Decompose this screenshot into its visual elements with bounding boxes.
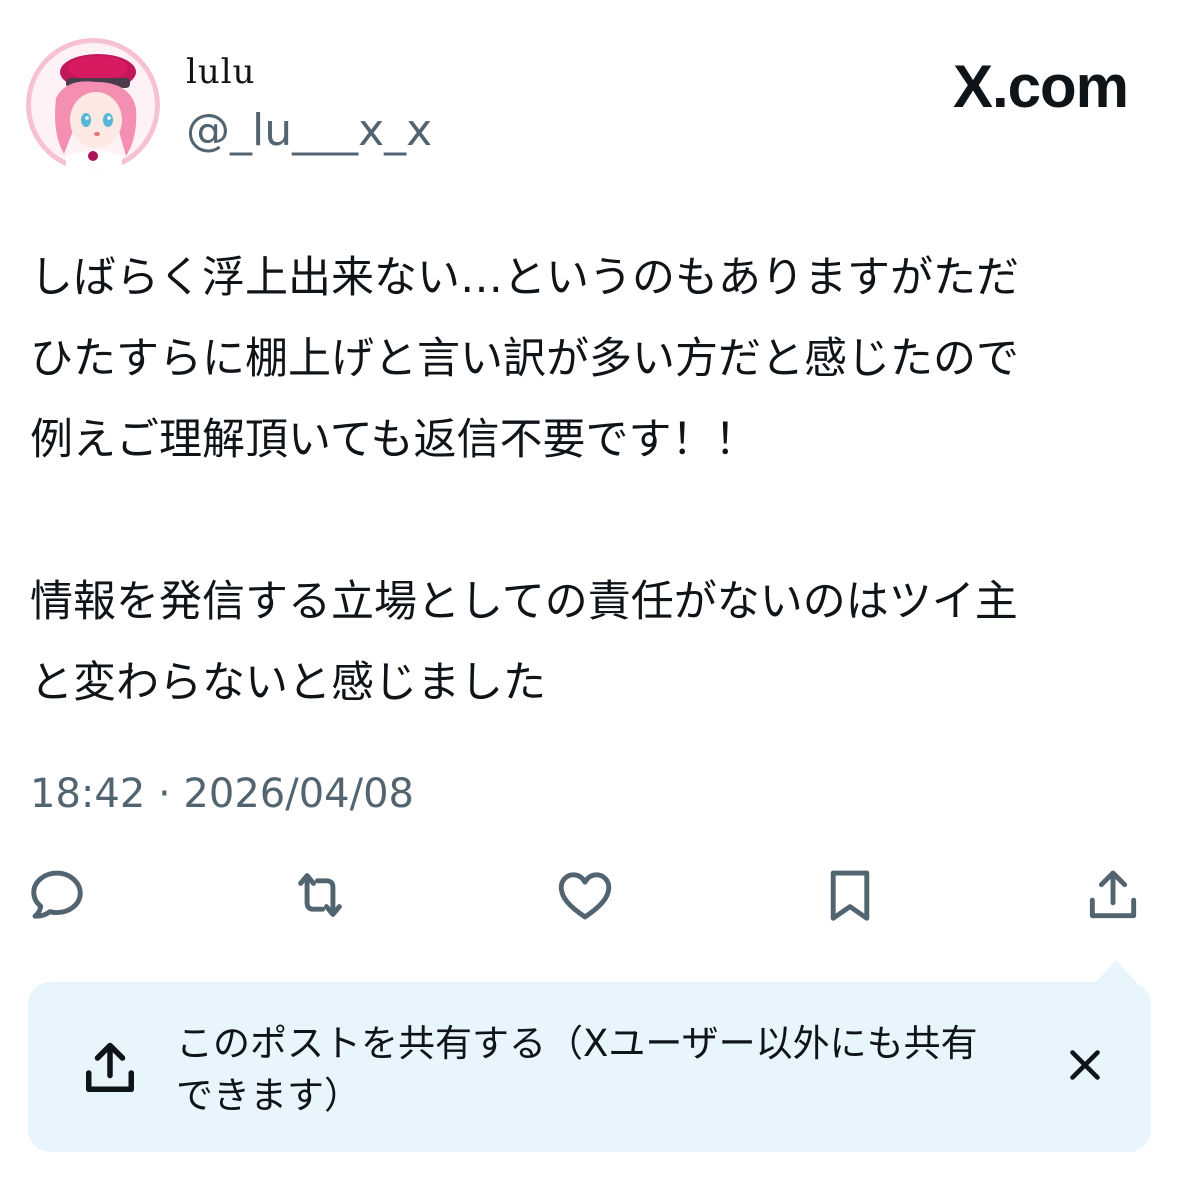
bookmark-button[interactable] bbox=[815, 860, 885, 930]
repost-button[interactable] bbox=[285, 860, 355, 930]
repost-icon bbox=[298, 873, 342, 917]
x-com-logo: X.com bbox=[952, 53, 1129, 120]
avatar-image bbox=[26, 38, 160, 172]
share-icon bbox=[1089, 870, 1137, 919]
like-button[interactable] bbox=[550, 860, 620, 930]
tweet-timestamp[interactable]: 18:42 · 2026/04/08 bbox=[30, 770, 414, 818]
share-banner-pointer bbox=[1094, 960, 1138, 984]
reply-icon bbox=[31, 870, 83, 919]
close-button[interactable] bbox=[1060, 1040, 1110, 1090]
tweet-text: しばらく浮上出来ない…というのもありますがただ ひたすらに棚上げと言い訳が多い方… bbox=[30, 253, 1019, 708]
heart-icon bbox=[558, 872, 612, 920]
bookmark-icon bbox=[830, 870, 870, 921]
user-handle[interactable]: @_lu___x_x bbox=[186, 105, 432, 157]
avatar[interactable] bbox=[26, 38, 160, 172]
reply-button[interactable] bbox=[22, 860, 92, 930]
share-button[interactable] bbox=[1078, 860, 1148, 930]
display-name[interactable]: lulu bbox=[186, 52, 256, 92]
action-bar bbox=[0, 860, 1178, 930]
share-banner-text[interactable]: このポストを共有する（Xユーザー以外にも共有 できます） bbox=[176, 1018, 1036, 1122]
share-icon bbox=[80, 1038, 140, 1098]
close-icon bbox=[1070, 1050, 1100, 1080]
